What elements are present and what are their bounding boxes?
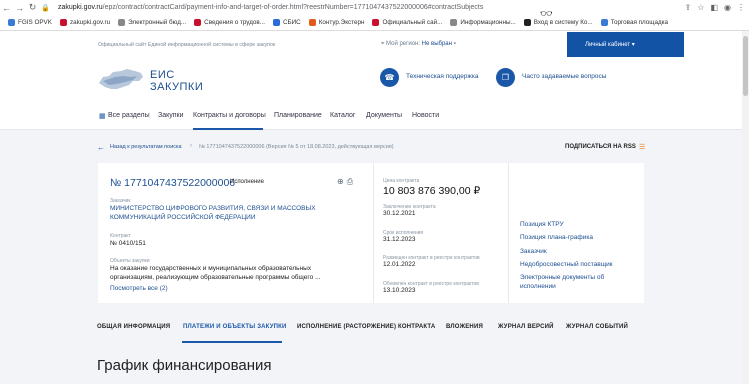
tab-events[interactable]: ЖУРНАЛ СОБЫТИЙ — [566, 324, 628, 330]
unfair-supplier-link[interactable]: Недобросовестный поставщик — [520, 261, 613, 270]
print-icon[interactable]: ⎙ — [347, 177, 356, 186]
bookmark-favicon-icon — [272, 19, 280, 26]
main-nav: ▦ Все разделы Закупки Контракты и догово… — [0, 103, 749, 130]
date-value: 12.01.2022 — [383, 261, 416, 268]
bookmark-item[interactable]: Информационны... — [450, 19, 516, 26]
bookmark-favicon-icon — [523, 19, 531, 26]
all-sections-icon[interactable]: ▦ — [99, 112, 106, 120]
globe-icon[interactable]: ⊕ — [337, 177, 347, 186]
bookmark-favicon-icon — [59, 19, 67, 26]
extension-icon[interactable]: ◧ — [710, 3, 718, 12]
nav-news[interactable]: Новости — [412, 112, 439, 119]
customer-label: Заказчик — [110, 198, 131, 204]
logo-text-zakupki: ЗАКУПКИ — [150, 81, 204, 93]
tab-bar: ОБЩАЯ ИНФОРМАЦИЯ ПЛАТЕЖИ И ОБЪЕКТЫ ЗАКУП… — [0, 317, 749, 341]
back-to-search-link[interactable]: Назад к результатам поиска — [110, 144, 182, 150]
date-value: 31.12.2023 — [383, 236, 416, 243]
bookmark-favicon-icon — [372, 19, 380, 26]
support-link[interactable]: Техническая поддержка — [406, 73, 478, 80]
nav-documents[interactable]: Документы — [366, 112, 402, 119]
region-selector[interactable]: ⌖ Мой регион: Не выбран ▾ — [381, 41, 456, 48]
russia-map-logo-icon[interactable] — [97, 67, 145, 95]
customer-side-link[interactable]: Заказчик — [520, 248, 547, 257]
scrollbar-thumb[interactable] — [743, 36, 748, 96]
bookmark-item[interactable]: Электронный бюд... — [118, 19, 186, 26]
rss-subscribe-link[interactable]: ПОДПИСАТЬСЯ НА RSS — [565, 144, 636, 150]
tab-attachments[interactable]: ВЛОЖЕНИЯ — [446, 324, 483, 330]
bookmark-favicon-icon — [8, 19, 15, 26]
rss-icon[interactable]: ☰ — [639, 143, 645, 151]
bookmark-favicon-icon — [450, 19, 458, 26]
card-divider — [373, 163, 374, 303]
bookmark-favicon-icon — [194, 19, 202, 26]
ktru-link[interactable]: Позиция КТРУ — [520, 221, 564, 230]
bookmark-favicon-icon — [308, 19, 316, 26]
breadcrumb-current: № 1771047437522000006 (Версия № 5 от 18.… — [199, 144, 394, 150]
accessibility-glasses-icon[interactable]: 👓︎ — [540, 9, 553, 20]
contract-number[interactable]: № 1771047437522000006 — [110, 177, 235, 189]
star-icon[interactable]: ☆ — [697, 3, 704, 12]
profile-icon[interactable]: ◉ — [724, 3, 731, 12]
bookmark-item[interactable]: Официальный сай... — [372, 19, 442, 26]
personal-cabinet-button[interactable]: Личный кабинет ▾ — [567, 32, 684, 57]
card-divider — [508, 163, 509, 303]
reload-icon[interactable]: ↻ — [26, 2, 39, 13]
plan-schedule-link[interactable]: Позиция плана-графика — [520, 234, 593, 243]
bookmark-item[interactable]: FGIS OPVK — [8, 19, 52, 26]
date-value: 30.12.2021 — [383, 210, 416, 217]
tab-execution[interactable]: ИСПОЛНЕНИЕ (РАСТОРЖЕНИЕ) КОНТРАКТА — [297, 324, 435, 330]
nav-active-indicator — [193, 128, 263, 130]
objects-value: На оказание государственных и муниципаль… — [110, 265, 321, 281]
bookmarks-bar: FGIS OPVK zakupki.gov.ru Электронный бюд..… — [0, 15, 749, 30]
faq-icon[interactable]: ❐ — [496, 68, 515, 87]
bookmark-item[interactable]: Вход в систему Ко... — [523, 19, 593, 26]
bookmark-item[interactable]: Торговая площадка — [600, 19, 668, 26]
logo-text-eis: ЕИС — [150, 69, 175, 81]
bookmark-favicon-icon — [600, 19, 608, 26]
objects-label: Объекты закупки — [110, 258, 150, 264]
section-title: График финансирования — [97, 357, 272, 374]
date-value: 13.10.2023 — [383, 287, 416, 294]
nav-catalog[interactable]: Каталог — [330, 112, 355, 119]
url-text[interactable]: zakupki.gov.ru/epz/contract/contractCard… — [58, 4, 483, 11]
contract-label: Контракт — [110, 233, 131, 239]
forward-arrow-icon[interactable]: → — [13, 3, 26, 13]
nav-planning[interactable]: Планирование — [274, 112, 322, 119]
bookmark-item[interactable]: СБИС — [272, 19, 301, 26]
bookmark-item[interactable]: zakupki.gov.ru — [59, 19, 110, 26]
price-label: Цена контракта — [383, 178, 420, 184]
see-all-link[interactable]: Посмотреть все (2) — [110, 285, 168, 294]
lock-icon: 🔒 — [41, 4, 50, 12]
bookmark-item[interactable]: Контур.Экстерн — [308, 19, 364, 26]
site-info: Официальный сайт Единой информационной с… — [98, 42, 276, 48]
bookmark-favicon-icon — [118, 19, 126, 26]
status-badge: Исполнение — [230, 179, 264, 185]
contract-value: № 0410/151 — [110, 240, 146, 247]
tab-active-indicator — [182, 341, 282, 343]
bookmark-item[interactable]: Сведения о трудов... — [194, 19, 265, 26]
address-bar[interactable]: ← → ↻ 🔒 zakupki.gov.ru/epz/contract/cont… — [0, 0, 749, 15]
faq-link[interactable]: Часто задаваемые вопросы — [522, 73, 606, 80]
back-arrow-icon[interactable]: ← — [0, 3, 13, 13]
nav-contracts[interactable]: Контракты и договоры — [193, 112, 266, 119]
share-icon[interactable]: ⇪ — [685, 3, 692, 12]
breadcrumb-separator: › — [190, 143, 192, 149]
e-docs-link[interactable]: Электронные документы об исполнении — [520, 274, 630, 292]
menu-icon[interactable]: ⋮ — [737, 3, 745, 12]
nav-purchases[interactable]: Закупки — [158, 112, 184, 119]
tab-payments[interactable]: ПЛАТЕЖИ И ОБЪЕКТЫ ЗАКУПКИ — [183, 324, 287, 330]
tab-versions[interactable]: ЖУРНАЛ ВЕРСИЙ — [498, 324, 554, 330]
customer-link[interactable]: МИНИСТЕРСТВО ЦИФРОВОГО РАЗВИТИЯ, СВЯЗИ И… — [110, 205, 365, 223]
nav-all-sections[interactable]: Все разделы — [108, 112, 150, 119]
tab-general[interactable]: ОБЩАЯ ИНФОРМАЦИЯ — [97, 324, 170, 330]
price-value: 10 803 876 390,00 ₽ — [383, 185, 481, 197]
support-icon[interactable]: ☎ — [380, 68, 399, 87]
back-arrow-icon[interactable]: ← — [97, 143, 105, 152]
